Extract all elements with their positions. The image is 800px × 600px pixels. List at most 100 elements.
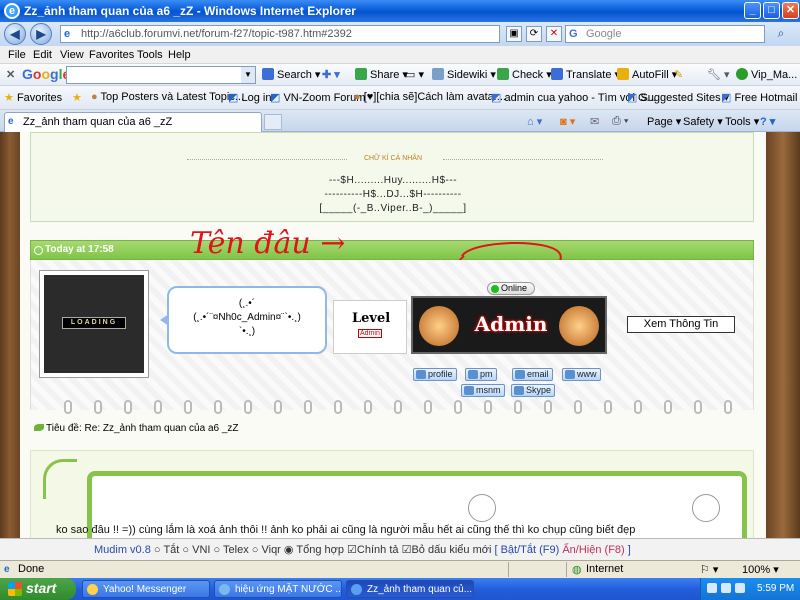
fav-item-hotmail[interactable]: ◩ Free Hotmail <box>721 91 797 104</box>
close-button[interactable]: ✕ <box>782 2 799 19</box>
radio-combined[interactable]: ◉ Tổng hợp <box>284 544 344 556</box>
msnm-button[interactable]: msnm <box>461 384 505 397</box>
view-info-button[interactable]: Xem Thông Tin <box>627 316 735 333</box>
tab-current[interactable]: e Zz_ảnh tham quan của a6 _zZ <box>4 112 262 132</box>
menu-edit[interactable]: Edit <box>33 49 52 61</box>
translate-button[interactable]: Translate ▾ <box>551 68 620 81</box>
maximize-button[interactable]: □ <box>763 2 780 19</box>
email-icon <box>515 370 525 379</box>
fav-item-login[interactable]: ◩ Log in <box>228 91 271 104</box>
ie-logo-icon: e <box>4 3 20 19</box>
suggested-sites-button[interactable]: ◩ Suggested Sites ▾ <box>627 91 729 104</box>
menu-view[interactable]: View <box>60 49 84 61</box>
task-yahoo-messenger[interactable]: Yahoo! Messenger <box>82 580 210 598</box>
menu-favorites[interactable]: Favorites <box>89 49 134 61</box>
system-tray: 5:59 PM <box>700 578 800 600</box>
clock: 5:59 PM <box>757 583 795 594</box>
checkbox-spelling[interactable]: ☑Chính tả <box>347 544 398 556</box>
stop-icon[interactable]: ✕ <box>546 26 562 42</box>
www-button[interactable]: www <box>562 368 601 381</box>
clock-icon <box>34 246 43 255</box>
chevron-down-icon[interactable]: ▼ <box>241 67 255 83</box>
autofill-button[interactable]: AutoFill ▾ <box>617 68 677 81</box>
post-header: Today at 17:58 <box>30 240 754 260</box>
tray-icon[interactable] <box>707 583 717 593</box>
signature-title: CHỮ KÍ CÁ NHÂN <box>363 155 423 162</box>
volume-icon[interactable] <box>735 583 745 593</box>
google-search-input[interactable]: ▼ <box>66 66 256 84</box>
page-content: CHỮ KÍ CÁ NHÂN ---$H.........Huy........… <box>0 132 800 538</box>
post-subject-row: Tiêu đề: Re: Zz_ảnh tham quan của a6 _zZ <box>30 414 754 444</box>
toggle-link[interactable]: [ Bật/Tắt (F9) <box>494 544 559 556</box>
fav-item-avatar[interactable]: ● [♥][chia sẽ]Cách làm avatar... <box>354 91 506 103</box>
page-menu-button[interactable]: Page ▾ <box>647 115 681 128</box>
menu-file[interactable]: File <box>8 49 26 61</box>
pm-button[interactable]: pm <box>465 368 497 381</box>
print-icon[interactable]: ⎙ ▾ <box>612 115 628 128</box>
feeds-icon[interactable]: ◙ ▾ <box>560 115 575 128</box>
title-bar: e Zz_ảnh tham quan của a6 _zZ - Windows … <box>0 0 800 22</box>
safety-menu-button[interactable]: Safety ▾ <box>683 115 723 128</box>
message-text: ko sao đâu !! =)) cùng lắm là xoá ảnh th… <box>56 524 636 536</box>
window-title: Zz_ảnh tham quan của a6 _zZ - Windows In… <box>24 4 356 18</box>
search-input[interactable]: G Google <box>565 25 765 43</box>
compatibility-icon[interactable]: ▣ <box>506 26 522 42</box>
new-tab-button[interactable] <box>264 114 282 130</box>
sidewiki-icon <box>432 68 444 80</box>
email-button[interactable]: email <box>512 368 553 381</box>
toolbar-close-icon[interactable]: ✕ <box>6 68 15 81</box>
globe-icon: ◍ <box>572 564 582 576</box>
check-button[interactable]: Check ▾ <box>497 68 552 81</box>
radio-viqr[interactable]: ○ Viqr <box>252 544 281 556</box>
wrench-icon[interactable]: 🔧︎ ▾ <box>707 68 730 81</box>
zoom-level[interactable]: 100% ▾ <box>742 563 779 576</box>
rank-label: Admin <box>474 312 548 336</box>
radio-off[interactable]: ○ Tắt <box>154 544 179 556</box>
favorites-button[interactable]: ★ Favorites <box>4 91 62 104</box>
menu-help[interactable]: Help <box>168 49 191 61</box>
radio-vni[interactable]: ○ VNI <box>182 544 210 556</box>
address-field[interactable]: e http://a6club.forumvi.net/forum-f27/to… <box>60 25 500 43</box>
plus-button[interactable]: ✚ ▾ <box>322 68 340 81</box>
skype-button[interactable]: Skype <box>511 384 556 397</box>
protected-mode-icon[interactable]: ⚐ ▾ <box>700 563 718 576</box>
tool-button[interactable]: ▭ ▾ <box>405 68 424 81</box>
www-icon <box>565 370 575 379</box>
fav-item-vnzoom[interactable]: ◩ VN-Zoom Forum <box>270 91 365 104</box>
app-icon <box>219 584 230 595</box>
forward-button[interactable]: ▶ <box>30 23 52 45</box>
ie-icon <box>351 584 362 595</box>
share-button[interactable]: Share ▾ <box>355 68 408 81</box>
menu-tools[interactable]: Tools <box>137 49 163 61</box>
search-icon[interactable]: ⌕ <box>772 26 790 42</box>
search-placeholder: Google <box>586 28 622 40</box>
back-button[interactable]: ◀ <box>4 23 26 45</box>
tab-label: Zz_ảnh tham quan của a6 _zZ <box>23 116 173 128</box>
avatar-loading-text: LOADING <box>62 317 126 329</box>
online-label: Online <box>501 283 528 293</box>
fav-item-top-posters[interactable]: ● Top Posters và Latest Topic... <box>91 91 244 103</box>
minimize-button[interactable]: _ <box>744 2 761 19</box>
profile-button[interactable]: profile <box>413 368 457 381</box>
highlight-icon[interactable]: ✎ <box>674 68 683 81</box>
task-ie-current[interactable]: Zz_ảnh tham quan củ... <box>346 580 474 598</box>
refresh-icon[interactable]: ⟳ <box>526 26 542 42</box>
start-button[interactable]: start <box>0 578 76 600</box>
tray-icon[interactable] <box>721 583 731 593</box>
signature-box: CHỮ KÍ CÁ NHÂN ---$H.........Huy........… <box>30 132 754 222</box>
google-icon: G <box>569 28 578 40</box>
hide-link[interactable]: Ẩn/Hiện (F8) <box>562 544 624 556</box>
home-icon[interactable]: ⌂ ▾ <box>527 115 542 128</box>
google-search-button[interactable]: Search ▾ <box>262 68 320 81</box>
help-icon[interactable]: ? ▾ <box>760 115 775 128</box>
smiley-icon <box>692 494 720 522</box>
task-photoshop[interactable]: hiệu ứng MẶT NƯỚC ... <box>214 580 342 598</box>
radio-telex[interactable]: ○ Telex <box>214 544 249 556</box>
add-favorite-icon[interactable]: ★ <box>72 91 82 104</box>
tools-menu-button[interactable]: Tools ▾ <box>725 115 759 128</box>
mail-icon[interactable]: ✉ <box>590 115 599 128</box>
post-subject: Tiêu đề: Re: Zz_ảnh tham quan của a6 _zZ <box>46 423 239 434</box>
checkbox-new-accent[interactable]: ☑Bỏ dấu kiểu mới <box>402 544 492 556</box>
account-button[interactable]: Vip_Ma... <box>736 68 797 81</box>
sidewiki-button[interactable]: Sidewiki ▾ <box>432 68 496 81</box>
